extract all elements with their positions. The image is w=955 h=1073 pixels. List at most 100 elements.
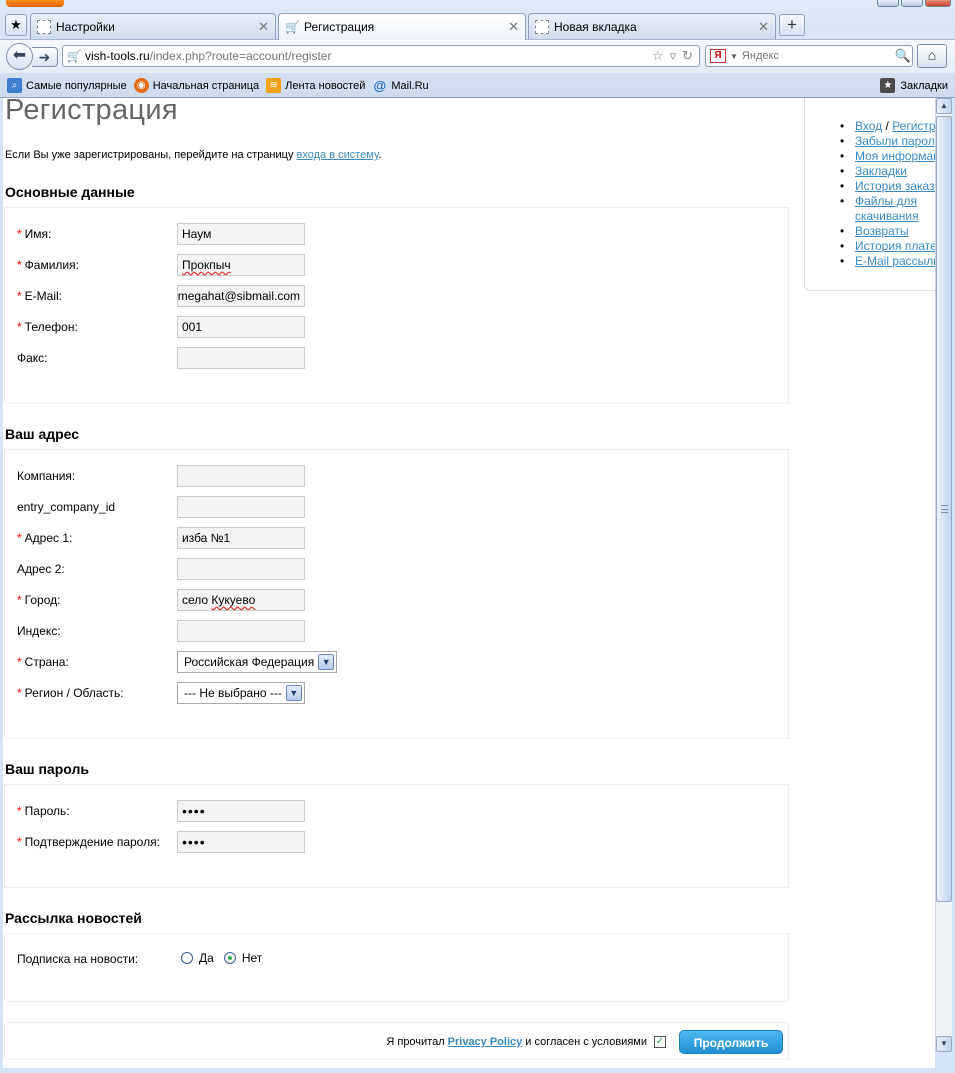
form-row-region: * Регион / Область: --- Не выбрано --- ▼ <box>17 682 777 704</box>
new-tab-button[interactable]: + <box>779 14 805 36</box>
bookmark-news-feed[interactable]: ≋ Лента новостей <box>266 78 365 93</box>
sidebar-link-login[interactable]: Вход <box>855 119 882 133</box>
yandex-icon[interactable]: Я <box>710 49 726 63</box>
tab-registration[interactable]: 🛒 Регистрация ✕ <box>278 13 526 40</box>
page-viewport: Регистрация Если Вы уже зарегистрированы… <box>3 98 935 1068</box>
radio-button[interactable] <box>181 952 193 964</box>
email-input[interactable]: megahat@sibmail.com <box>177 285 305 307</box>
home-button[interactable]: ⌂ <box>917 44 947 68</box>
form-row-firstname: * Имя: <box>17 223 777 245</box>
postcode-input[interactable] <box>177 620 305 642</box>
url-path: /index.php?route=account/register <box>149 49 332 63</box>
firstname-label: Имя: <box>24 227 52 241</box>
close-icon[interactable]: ✕ <box>758 19 769 35</box>
tab-new[interactable]: Новая вкладка ✕ <box>528 13 776 39</box>
login-link[interactable]: входа в систему <box>297 149 379 161</box>
phone-input[interactable] <box>177 316 305 338</box>
sidebar-link-forgotten[interactable]: Забыли пароль? <box>855 134 935 148</box>
bookmark-start-page[interactable]: ◉ Начальная страница <box>133 78 259 93</box>
search-input[interactable] <box>741 50 894 62</box>
password-input[interactable] <box>177 800 305 822</box>
sidebar-link-register[interactable]: Регистрация <box>892 119 935 133</box>
sidebar-link-wishlist[interactable]: Закладки <box>855 164 907 178</box>
tab-title: Настройки <box>56 19 115 34</box>
sidebar-link-account[interactable]: Моя информация <box>855 149 935 163</box>
chevron-down-icon: ▼ <box>318 654 335 670</box>
rss-icon: ≋ <box>266 78 282 93</box>
bookmarks-menu-button[interactable]: ★ Закладки <box>880 78 948 93</box>
scroll-up-button[interactable]: ▲ <box>936 98 952 114</box>
field-label: * Телефон: <box>17 320 177 334</box>
region-select[interactable]: --- Не выбрано --- ▼ <box>177 682 305 704</box>
account-sidebar: Вход / Регистрация Забыли пароль? Моя ин… <box>804 98 935 291</box>
scroll-down-button[interactable]: ▼ <box>936 1036 952 1052</box>
scroll-thumb[interactable] <box>936 116 952 902</box>
form-row-password: * Пароль: <box>17 800 777 822</box>
fax-input[interactable] <box>177 347 305 369</box>
address1-input[interactable] <box>177 527 305 549</box>
section-title-password: Ваш пароль <box>5 761 89 777</box>
sidebar-link-transactions[interactable]: История платежей <box>855 239 935 253</box>
city-input[interactable]: село Кукуево <box>177 589 305 611</box>
shopping-cart-icon: 🛒 <box>66 49 82 63</box>
continue-button[interactable]: Продолжить <box>679 1030 783 1054</box>
firstname-input[interactable] <box>177 223 305 245</box>
field-label: * Регион / Область: <box>17 686 177 700</box>
bookmarks-menu-label: Закладки <box>900 79 948 92</box>
reload-icon[interactable]: ↻ <box>682 48 693 64</box>
region-label: Регион / Область: <box>24 686 124 700</box>
phone-label: Телефон: <box>24 320 78 334</box>
close-icon[interactable]: ✕ <box>508 19 519 35</box>
minimize-button[interactable] <box>877 0 899 7</box>
country-select[interactable]: Российская Федерация ▼ <box>177 651 338 673</box>
newsletter-yes-radio[interactable]: Да <box>181 951 214 965</box>
lastname-input[interactable]: Прокпыч <box>177 254 305 276</box>
form-row-email: * E-Mail: megahat@sibmail.com <box>17 285 777 307</box>
radio-button-selected[interactable] <box>223 952 236 964</box>
shopping-cart-icon: 🛒 <box>285 20 300 34</box>
agree-checkbox[interactable]: ✓ <box>654 1036 666 1048</box>
tab-groups-button[interactable]: ★ <box>5 14 27 36</box>
sidebar-link-newsletter[interactable]: E-Mail рассылка <box>855 254 935 268</box>
close-icon[interactable]: ✕ <box>258 19 269 35</box>
tab-title: Новая вкладка <box>554 19 637 34</box>
dropdown-arrow-icon[interactable]: ▿ <box>670 48 677 64</box>
privacy-policy-link[interactable]: Privacy Policy <box>448 1036 523 1048</box>
field-label: entry_company_id <box>17 500 177 514</box>
company-id-input[interactable] <box>177 496 305 518</box>
sidebar-link-orders[interactable]: История заказов <box>855 179 935 193</box>
bookmark-star-icon[interactable]: ☆ <box>652 48 664 64</box>
form-row-phone: * Телефон: <box>17 316 777 338</box>
maximize-button[interactable] <box>901 0 923 7</box>
field-label: * E-Mail: <box>17 289 177 303</box>
bookmark-label: Самые популярные <box>26 79 127 92</box>
required-marker: * <box>17 686 22 700</box>
country-selected-value: Российская Федерация <box>184 655 315 669</box>
chevron-down-icon[interactable]: ▼ <box>730 52 738 61</box>
firefox-menu-button[interactable] <box>6 0 64 7</box>
form-row-fax: Факс: <box>17 347 777 369</box>
close-window-button[interactable] <box>925 0 951 7</box>
address2-input[interactable] <box>177 558 305 580</box>
url-bar[interactable]: 🛒 vish-tools.ru/index.php?route=account/… <box>62 45 700 67</box>
email-label: E-Mail: <box>24 289 63 303</box>
company-input[interactable] <box>177 465 305 487</box>
login-note-text: Если Вы уже зарегистрированы, перейдите … <box>5 149 294 161</box>
home-icon: ⌂ <box>927 47 937 63</box>
confirm-password-input[interactable] <box>177 831 305 853</box>
tab-settings[interactable]: Настройки ✕ <box>30 13 276 39</box>
sidebar-link-returns[interactable]: Возвраты <box>855 224 909 238</box>
bookmark-most-visited[interactable]: ⌕ Самые популярные <box>7 78 127 93</box>
blank-page-icon <box>37 19 51 34</box>
tab-strip: ★ Настройки ✕ 🛒 Регистрация ✕ Новая вкла… <box>0 11 955 40</box>
sidebar-link-downloads[interactable]: Файлы для скачивания <box>855 194 919 223</box>
field-label: Подписка на новости: <box>17 952 177 966</box>
plus-icon: + <box>787 15 797 34</box>
newsletter-no-radio[interactable]: Нет <box>223 951 262 965</box>
bookmark-mailru[interactable]: @ Mail.Ru <box>372 78 429 93</box>
back-button[interactable]: ⬅ <box>6 43 33 70</box>
vertical-scrollbar[interactable]: ▲ ▼ <box>935 98 952 1052</box>
field-label: Адрес 2: <box>17 562 177 576</box>
forward-button[interactable]: ➜ <box>32 47 58 67</box>
search-icon[interactable]: 🔍 <box>894 48 912 64</box>
